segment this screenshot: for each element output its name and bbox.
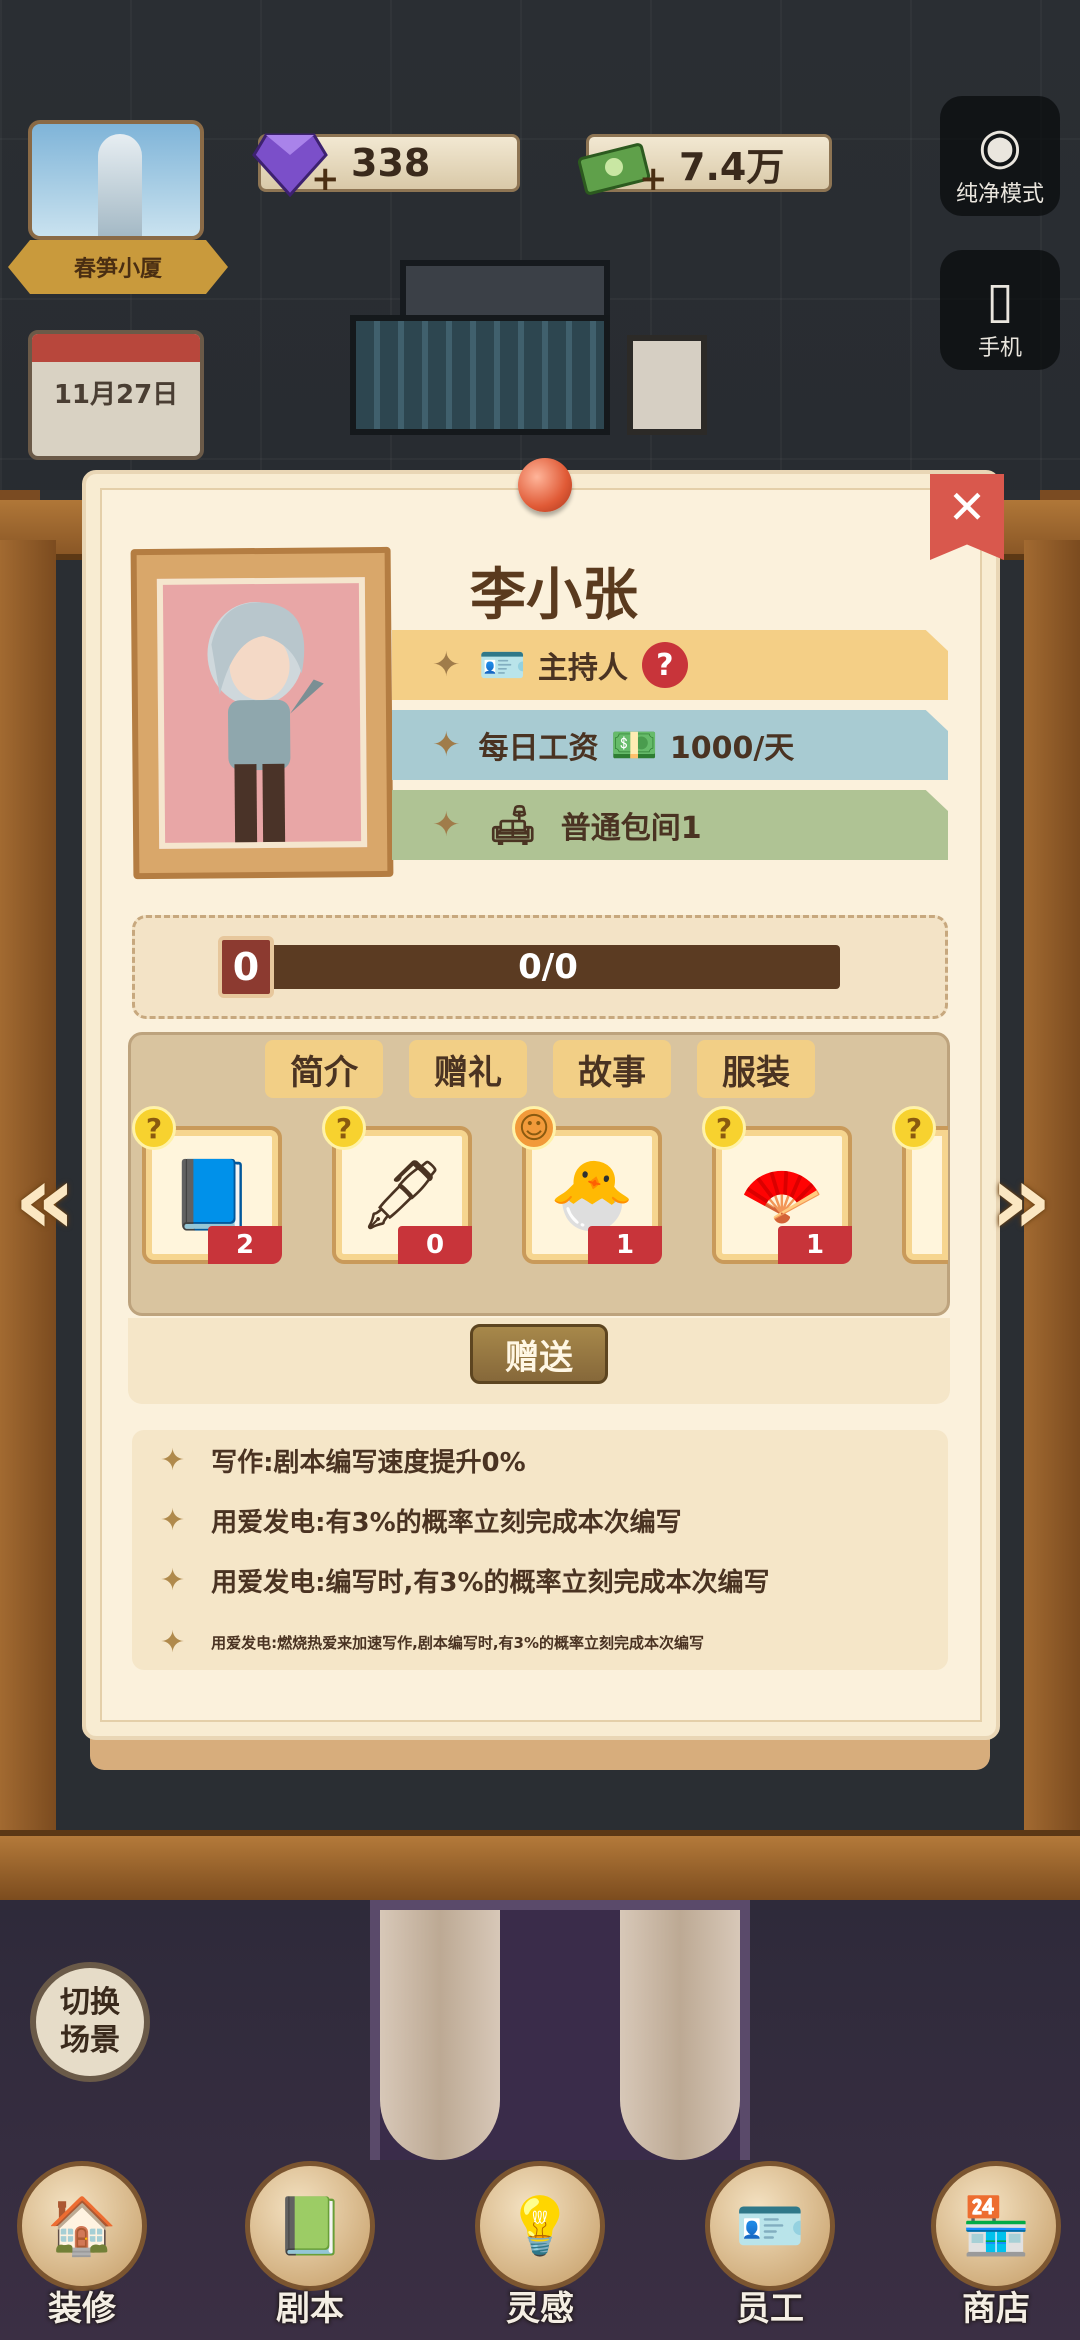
gift-item-magazine[interactable]: 📘 ? 2 xyxy=(132,1106,282,1264)
cash-icon: 💵 xyxy=(610,722,658,767)
star-icon: ✦ xyxy=(160,1562,186,1598)
pin-icon xyxy=(518,458,572,512)
star-icon: ✦ xyxy=(432,645,461,685)
nav-label: 员工 xyxy=(736,2289,804,2329)
character-portrait xyxy=(130,546,394,880)
gift-count: 2 xyxy=(208,1226,282,1264)
curtain-left xyxy=(380,1910,500,2160)
sofa-icon: 🛋 xyxy=(488,802,537,847)
gift-badge: ? xyxy=(132,1106,176,1150)
plush-toy-icon: 🐣 xyxy=(549,1156,635,1235)
switch-scene-line1: 切换 xyxy=(60,1985,120,2020)
lightbulb-icon: 💡 xyxy=(475,2161,605,2291)
folding-fan-icon: 🪭 xyxy=(739,1156,825,1235)
add-gems-icon[interactable]: + xyxy=(311,159,340,199)
role-ribbon: ✦ 🪪 主持人 ? xyxy=(392,630,948,700)
favor-book-icon: 0 xyxy=(218,936,274,998)
nav-decorate[interactable]: 🏠 装修 xyxy=(2,2130,162,2330)
skill-row: ✦ 用爱发电:燃烧热爱来加速写作,剧本编写时,有3%的概率立刻完成本次编写 xyxy=(160,1622,704,1662)
character-name: 李小张 xyxy=(470,562,638,628)
skill-text: 写作:剧本编写速度提升0% xyxy=(211,1447,526,1478)
nav-label: 灵感 xyxy=(506,2289,574,2329)
gift-badge: ? xyxy=(322,1106,366,1150)
nav-inspiration[interactable]: 💡 灵感 xyxy=(460,2130,620,2330)
next-arrow-icon[interactable]: » xyxy=(990,1150,1070,1250)
eye-icon: ◉ xyxy=(978,117,1022,175)
phone-icon: ▯ xyxy=(986,271,1014,329)
gift-item-fan[interactable]: 🪭 ? 1 xyxy=(702,1106,852,1264)
building-name: 春笋小厦 xyxy=(8,240,228,294)
curtain-right xyxy=(620,1910,740,2160)
nav-label: 商店 xyxy=(962,2289,1030,2329)
nav-label: 剧本 xyxy=(276,2289,344,2329)
switch-scene-button[interactable]: 切换 场景 xyxy=(30,1962,150,2082)
gem-count: 338 xyxy=(351,141,431,185)
gift-count: 0 xyxy=(398,1226,472,1264)
script-book-icon: 📗 xyxy=(245,2161,375,2291)
fountain-pen-icon: 🖋 xyxy=(358,1156,446,1235)
nav-staff[interactable]: 🪪 员工 xyxy=(690,2130,850,2330)
gift-count: 1 xyxy=(588,1226,662,1264)
skill-row: ✦ 用爱发电:编写时,有3%的概率立刻完成本次编写 xyxy=(160,1560,770,1600)
star-icon: ✦ xyxy=(160,1624,186,1660)
tab-gift[interactable]: 赠礼 xyxy=(409,1040,527,1098)
star-icon: ✦ xyxy=(160,1442,186,1478)
pure-mode-button[interactable]: ◉ 纯净模式 xyxy=(940,96,1060,216)
tab-outfit[interactable]: 服装 xyxy=(697,1040,815,1098)
favor-level: 0 xyxy=(232,945,260,989)
skill-row: ✦ 写作:剧本编写速度提升0% xyxy=(160,1440,526,1480)
room-label: 普通包间1 xyxy=(560,811,702,846)
board-base xyxy=(0,1830,1080,1900)
salary-label: 每日工资 xyxy=(478,731,599,766)
id-card-icon: 🪪 xyxy=(478,642,526,687)
cash-count: 7.4万 xyxy=(679,144,785,189)
nav-label: 装修 xyxy=(48,2289,116,2329)
magazine-icon: 📘 xyxy=(169,1156,255,1235)
gift-count: 1 xyxy=(778,1226,852,1264)
phone-label: 手机 xyxy=(977,336,1022,361)
tab-story[interactable]: 故事 xyxy=(553,1040,671,1098)
tab-intro[interactable]: 简介 xyxy=(265,1040,383,1098)
skill-text: 用爱发电:编写时,有3%的概率立刻完成本次编写 xyxy=(211,1567,770,1598)
house-icon: 🏠 xyxy=(17,2161,147,2291)
badge-icon: 🪪 xyxy=(705,2161,835,2291)
star-icon: ✦ xyxy=(432,805,461,845)
gift-item-partial[interactable]: ? xyxy=(892,1106,948,1264)
skill-row: ✦ 用爱发电:有3%的概率立刻完成本次编写 xyxy=(160,1500,682,1540)
salary-value: 1000/天 xyxy=(669,731,795,766)
gem-counter[interactable]: + 338 xyxy=(252,133,520,199)
shop-icon: 🏪 xyxy=(931,2161,1061,2291)
smile-icon: ☺ xyxy=(512,1106,556,1150)
favor-progress-bar: 0/0 xyxy=(256,945,840,989)
nav-shop[interactable]: 🏪 商店 xyxy=(916,2130,1076,2330)
gift-item-pen[interactable]: 🖋 ? 0 xyxy=(322,1106,472,1264)
help-icon[interactable]: ? xyxy=(641,642,688,688)
phone-button[interactable]: ▯ 手机 xyxy=(940,250,1060,370)
gift-item-plush[interactable]: 🐣 ☺ 1 xyxy=(512,1106,662,1264)
gift-badge: ? xyxy=(892,1106,936,1150)
room-ribbon: ✦ 🛋 普通包间1 xyxy=(392,790,948,860)
favor-progress-text: 0/0 xyxy=(518,947,578,987)
add-cash-icon[interactable]: + xyxy=(639,159,668,199)
star-icon: ✦ xyxy=(160,1502,186,1538)
calendar-date: 11月27日 xyxy=(28,330,204,460)
building-thumbnail[interactable] xyxy=(28,120,204,240)
salary-ribbon: ✦ 每日工资 💵 1000/天 xyxy=(392,710,948,780)
gift-badge: ? xyxy=(702,1106,746,1150)
role-label: 主持人 xyxy=(537,651,628,686)
give-button[interactable]: 赠送 xyxy=(470,1324,608,1384)
pure-mode-label: 纯净模式 xyxy=(955,182,1044,207)
nav-script[interactable]: 📗 剧本 xyxy=(230,2130,390,2330)
skill-text: 用爱发电:有3%的概率立刻完成本次编写 xyxy=(211,1507,682,1538)
skill-text: 用爱发电:燃烧热爱来加速写作,剧本编写时,有3%的概率立刻完成本次编写 xyxy=(211,1633,705,1652)
date-label: 11月27日 xyxy=(53,380,179,410)
portrait-image xyxy=(156,577,368,849)
star-icon: ✦ xyxy=(432,725,461,765)
switch-scene-line2: 场景 xyxy=(60,2023,120,2058)
cash-counter[interactable]: + 7.4万 xyxy=(578,134,832,199)
prev-arrow-icon[interactable]: « xyxy=(14,1150,94,1250)
bookshelf xyxy=(350,315,610,435)
wall-frame xyxy=(627,335,707,435)
